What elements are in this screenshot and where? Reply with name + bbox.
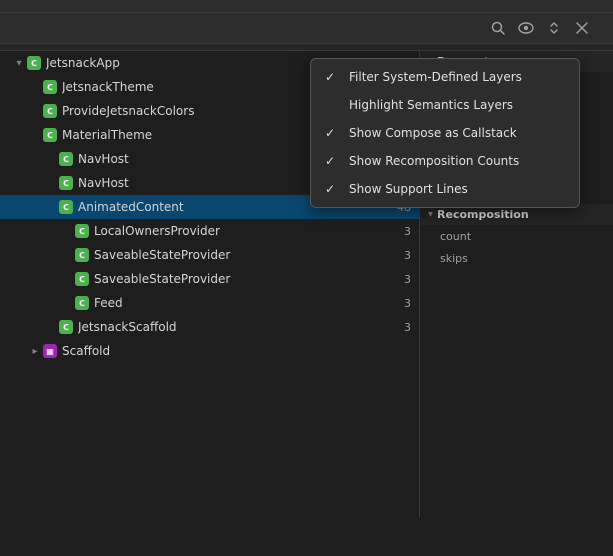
compose-icon: C <box>74 247 90 263</box>
attr-item-label: skips <box>440 252 468 265</box>
dropdown-item-filter-system[interactable]: ✓ Filter System-Defined Layers <box>311 63 579 91</box>
title-bar <box>0 0 613 13</box>
dropdown-item-label: Filter System-Defined Layers <box>349 70 522 84</box>
chevron-icon: ▸ <box>28 346 42 357</box>
arrows-button[interactable] <box>543 17 565 39</box>
compose-icon: C <box>74 295 90 311</box>
search-button[interactable] <box>487 17 509 39</box>
dropdown-item-show-compose[interactable]: ✓ Show Compose as Callstack <box>311 119 579 147</box>
chevron-icon: ▾ <box>12 58 26 69</box>
tree-item-jetsnack-scaffold[interactable]: C JetsnackScaffold 3 <box>0 315 419 339</box>
tree-item-name: SaveableStateProvider <box>94 272 387 286</box>
compose-icon: C <box>74 271 90 287</box>
eye-button[interactable] <box>515 17 537 39</box>
check-icon: ✓ <box>325 70 341 84</box>
tree-item-name: Feed <box>94 296 387 310</box>
compose-icon: C <box>58 175 74 191</box>
compose-icon: C <box>58 319 74 335</box>
compose-icon: C <box>42 103 58 119</box>
dropdown-item-label: Show Compose as Callstack <box>349 126 517 140</box>
tree-item-saveable-2[interactable]: C SaveableStateProvider 3 <box>0 267 419 291</box>
compose-icon: C <box>42 127 58 143</box>
compose-icon: C <box>42 79 58 95</box>
dropdown-menu: ✓ Filter System-Defined Layers Highlight … <box>310 58 580 208</box>
attr-item-label: count <box>440 230 471 243</box>
scaffold-icon: ▦ <box>42 343 58 359</box>
tree-item-scaffold[interactable]: ▸▦ Scaffold <box>0 339 419 363</box>
attr-item-skips: skips <box>420 247 613 269</box>
compose-icon: C <box>58 151 74 167</box>
tree-item-name: SaveableStateProvider <box>94 248 387 262</box>
close-button[interactable] <box>571 17 593 39</box>
compose-icon: C <box>26 55 42 71</box>
compose-icon: C <box>74 223 90 239</box>
attr-item-count: count <box>420 225 613 247</box>
dropdown-item-highlight-semantics[interactable]: Highlight Semantics Layers <box>311 91 579 119</box>
section-label: Recomposition <box>437 208 529 221</box>
section-chevron-icon: ▾ <box>428 209 433 220</box>
tree-item-name: Scaffold <box>62 344 411 358</box>
tree-item-count: 3 <box>391 297 411 310</box>
tree-item-name: LocalOwnersProvider <box>94 224 387 238</box>
tree-item-count: 3 <box>391 225 411 238</box>
tree-item-feed[interactable]: C Feed 3 <box>0 291 419 315</box>
tree-item-count: 3 <box>391 273 411 286</box>
toolbar <box>0 13 613 44</box>
dropdown-item-show-recomposition[interactable]: ✓ Show Recomposition Counts <box>311 147 579 175</box>
toolbar-icons <box>487 17 605 39</box>
tree-item-saveable-1[interactable]: C SaveableStateProvider 3 <box>0 243 419 267</box>
dropdown-item-label: Highlight Semantics Layers <box>349 98 513 112</box>
dropdown-item-label: Show Recomposition Counts <box>349 154 519 168</box>
tree-item-count: 3 <box>391 249 411 262</box>
check-icon: ✓ <box>325 154 341 168</box>
tree-item-local-owners[interactable]: C LocalOwnersProvider 3 <box>0 219 419 243</box>
recomposition-bar <box>0 44 613 51</box>
dropdown-item-label: Show Support Lines <box>349 182 468 196</box>
dropdown-item-show-support[interactable]: ✓ Show Support Lines <box>311 175 579 203</box>
tree-item-count: 3 <box>391 321 411 334</box>
tree-item-name: JetsnackScaffold <box>78 320 387 334</box>
compose-icon: C <box>58 199 74 215</box>
check-icon: ✓ <box>325 182 341 196</box>
check-icon: ✓ <box>325 126 341 140</box>
